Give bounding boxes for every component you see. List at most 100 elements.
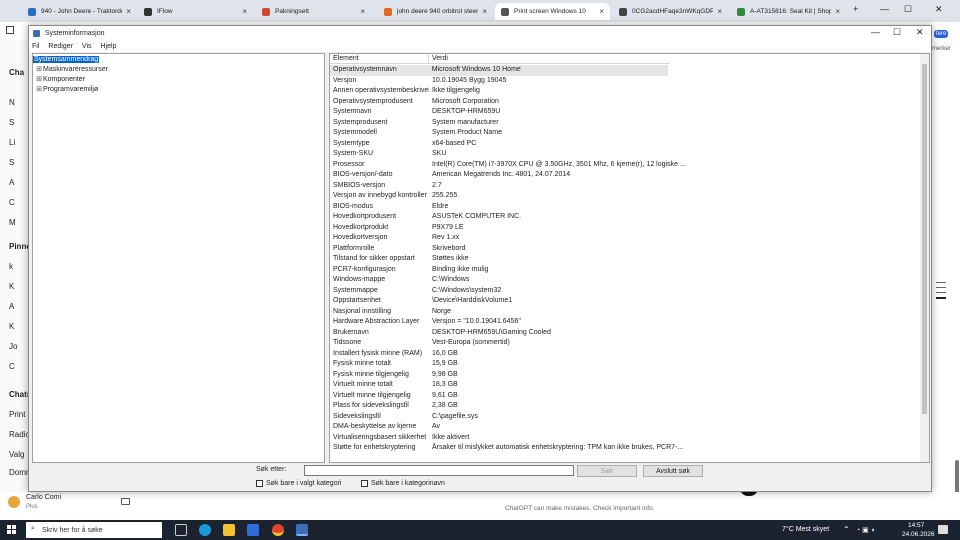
details-row[interactable]: Tilstand for sikker oppstart Støttes ikke — [330, 254, 920, 265]
details-row[interactable]: Versjon 10.0.19045 Bygg 19045 — [330, 76, 920, 87]
details-row[interactable]: Hardware Abstraction Layer Versjon = "10.… — [330, 317, 920, 328]
details-row[interactable]: Hovedkortversjon Rev 1.xx — [330, 233, 920, 244]
tree-node[interactable]: Systemsammendrag — [33, 54, 324, 64]
details-row[interactable]: Systemprodusent System manufacturer — [330, 118, 920, 129]
details-row[interactable]: Hovedkortprodusent ASUSTeK COMPUTER INC. — [330, 212, 920, 223]
menu-file[interactable]: Fil — [32, 43, 39, 50]
new-tab-button[interactable]: + — [853, 4, 858, 14]
details-row[interactable]: Systemtype x64-based PC — [330, 139, 920, 150]
minimize-browser-button[interactable]: — — [880, 4, 889, 14]
sidebar-item[interactable]: A — [9, 178, 14, 187]
column-header-value[interactable]: Verdi — [429, 54, 448, 64]
tab-grid-icon[interactable] — [6, 26, 14, 34]
tab-close-icon[interactable]: × — [482, 7, 487, 16]
details-row[interactable]: Nasjonal innstilling Norge — [330, 307, 920, 318]
details-row[interactable]: Windows-mappe C:\Windows — [330, 275, 920, 286]
details-row[interactable]: Plass for sidevekslingsfil 2,38 GB — [330, 401, 920, 412]
details-row[interactable]: Virtuelt minne totalt 18,3 GB — [330, 380, 920, 391]
details-row[interactable]: PCR7-konfigurasjon Binding ikke mulig — [330, 265, 920, 276]
details-row[interactable]: Prosessor Intel(R) Core(TM) i7-3970X CPU … — [330, 160, 920, 171]
details-row[interactable]: Annen operativsystembeskrivel... Ikke til… — [330, 86, 920, 97]
browser-tab[interactable]: Pakningsett × — [256, 3, 371, 20]
details-row[interactable]: Hovedkortprodukt P9X79 LE — [330, 223, 920, 234]
tab-close-icon[interactable]: × — [599, 7, 604, 16]
close-button[interactable]: ✕ — [916, 27, 924, 38]
task-view-icon[interactable] — [175, 524, 187, 536]
details-row[interactable]: Operativsystemnavn Microsoft Windows 10 H… — [330, 65, 668, 76]
sidebar-toggle-icon[interactable] — [121, 498, 130, 505]
details-row[interactable]: Plattformrolle Skrivebord — [330, 244, 920, 255]
search-selected-category-checkbox[interactable]: Søk bare i valgt kategori — [256, 480, 341, 487]
details-row[interactable]: Tidssone Vest-Europa (sommertid) — [330, 338, 920, 349]
tab-close-icon[interactable]: × — [835, 7, 840, 16]
user-name[interactable]: Carlo Comi — [26, 494, 61, 501]
sidebar-item[interactable]: C — [9, 198, 15, 207]
sidebar-item[interactable]: N — [9, 98, 15, 107]
details-row[interactable]: DMA-beskyttelse av kjerne Av — [330, 422, 920, 433]
details-row[interactable]: BIOS-versjon/-dato American Megatrends In… — [330, 170, 920, 181]
mail-icon[interactable] — [247, 524, 259, 536]
checkbox-box[interactable] — [361, 480, 368, 487]
menu-edit[interactable]: Rediger — [48, 43, 73, 50]
clock-date[interactable]: 24.06.2026 — [902, 531, 935, 538]
close-find-button[interactable]: Avslutt søk — [643, 465, 703, 477]
find-button[interactable]: Søk — [577, 465, 637, 477]
tree-expander-icon[interactable]: ⊞ — [35, 75, 43, 83]
details-row[interactable]: Brukernavn DESKTOP-HRM659U\Gaming Cooled — [330, 328, 920, 339]
menu-view[interactable]: Vis — [82, 43, 92, 50]
details-row[interactable]: Fysisk minne tilgjengelig 9,98 GB — [330, 370, 920, 381]
sidebar-item[interactable]: Li — [9, 138, 15, 147]
browser-tab[interactable]: john deere 940 orbitrol steering × — [378, 3, 493, 20]
sidebar-item[interactable]: k — [9, 262, 13, 271]
tab-close-icon[interactable]: × — [242, 7, 247, 16]
file-explorer-icon[interactable] — [223, 524, 235, 536]
notification-icon[interactable] — [938, 525, 948, 534]
tree-node[interactable]: ⊞ Komponenter — [33, 74, 324, 84]
taskbar-search-box[interactable]: ⌕ Skriv her for å søke — [26, 522, 162, 538]
details-row[interactable]: SMBIOS-versjon 2.7 — [330, 181, 920, 192]
details-row[interactable]: Systemmodell System Product Name — [330, 128, 920, 139]
tree-node[interactable]: ⊞ Maskinvareressurser — [33, 64, 324, 74]
user-avatar[interactable] — [8, 496, 20, 508]
details-row[interactable]: Fysisk minne totalt 15,9 GB — [330, 359, 920, 370]
sidebar-item[interactable]: Jo — [9, 342, 17, 351]
sidebar-item[interactable]: K — [9, 322, 14, 331]
browser-tab[interactable]: 0CG2acdHFaqe3nWKqGDPFX× — [613, 3, 728, 20]
sidebar-item[interactable]: K — [9, 282, 14, 291]
details-row[interactable]: Sidevekslingsfil C:\pagefile.sys — [330, 412, 920, 423]
details-row[interactable]: Systemmappe C:\Windows\system32 — [330, 286, 920, 297]
details-row[interactable]: Operativsystemprodusent Microsoft Corpora… — [330, 97, 920, 108]
browser-tab[interactable]: A-AT315816: Seal Kit | Shop.De× — [731, 3, 846, 20]
details-row[interactable]: System-SKU SKU — [330, 149, 920, 160]
sidebar-item[interactable]: S — [9, 118, 14, 127]
details-row[interactable]: BIOS-modus Eldre — [330, 202, 920, 213]
find-input[interactable] — [304, 465, 574, 476]
weather-text[interactable]: 7°C Mest skyet — [782, 526, 829, 533]
start-button-icon[interactable] — [7, 525, 16, 534]
search-category-names-checkbox[interactable]: Søk bare i kategorinavn — [361, 480, 445, 487]
details-row[interactable]: Virtualiseringsbasert sikkerhet Ikke akti… — [330, 433, 920, 444]
column-header-element[interactable]: Element — [330, 54, 429, 64]
sidebar-item[interactable]: Radio — [9, 430, 30, 439]
clock-time[interactable]: 14:57 — [908, 522, 924, 529]
sidebar-item[interactable]: Valg — [9, 450, 24, 459]
tab-close-icon[interactable]: × — [717, 7, 722, 16]
details-row[interactable]: Versjon av innebygd kontroller 255.255 — [330, 191, 920, 202]
tray-chevron-icon[interactable]: ⌃ — [843, 525, 850, 534]
menu-help[interactable]: Hjelp — [101, 43, 117, 50]
checkbox-box[interactable] — [256, 480, 263, 487]
chrome-icon[interactable] — [272, 524, 284, 536]
details-row[interactable]: Systemnavn DESKTOP-HRM659U — [330, 107, 920, 118]
sidebar-item[interactable]: A — [9, 302, 14, 311]
details-row[interactable]: Oppstartsenhet \Device\HarddiskVolume1 — [330, 296, 920, 307]
details-scrollbar[interactable] — [920, 54, 929, 462]
tree-expander-icon[interactable]: ⊞ — [35, 85, 43, 93]
browser-tab[interactable]: 940 - John Deere - Traktordele × — [22, 3, 137, 20]
sidebar-item[interactable]: S — [9, 158, 14, 167]
browser-tab[interactable]: IFlow × — [138, 3, 253, 20]
tree-node[interactable]: ⊞ Programvaremiljø — [33, 84, 324, 94]
minimize-button[interactable]: — — [871, 27, 880, 37]
tree-expander-icon[interactable]: ⊞ — [35, 65, 43, 73]
maximize-button[interactable]: ☐ — [893, 27, 901, 38]
scrollbar-thumb[interactable] — [922, 64, 927, 414]
